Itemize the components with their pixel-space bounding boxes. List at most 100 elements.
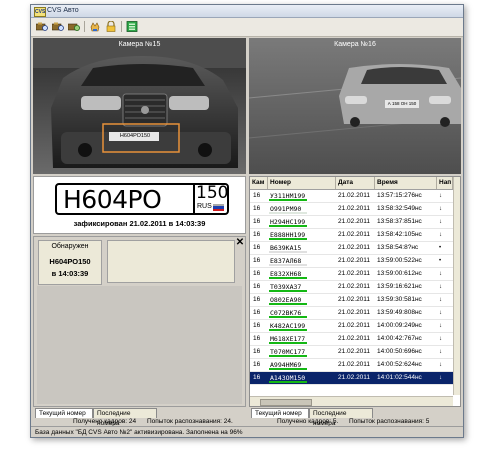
column-header-direction[interactable]: Нап bbox=[437, 177, 453, 189]
confidence-bar bbox=[269, 225, 307, 227]
camera-search-icon bbox=[52, 22, 64, 31]
toolbar-separator bbox=[84, 21, 85, 32]
camera-16-label: Камера №16 bbox=[334, 41, 376, 48]
row-time: 13:59:30:581нс bbox=[377, 296, 422, 303]
confidence-bar bbox=[269, 290, 307, 292]
vertical-scrollbar[interactable] bbox=[453, 177, 460, 395]
confidence-bar bbox=[269, 355, 307, 357]
row-camera: 16 bbox=[253, 296, 261, 303]
table-row[interactable]: 16 Е888НН199 21.02.2011 13:58:42:105нс ↓ bbox=[250, 229, 453, 242]
recognized-plate-panel: Н604РО 150 RUS зафиксирован 21.02.2011 в… bbox=[33, 176, 246, 234]
tab-current-number-right[interactable]: Текущий номер bbox=[251, 408, 309, 418]
confidence-bar bbox=[269, 277, 307, 279]
row-camera: 16 bbox=[253, 205, 261, 212]
table-row[interactable]: 16 Н294НС199 21.02.2011 13:58:37:851нс ↓ bbox=[250, 216, 453, 229]
confidence-bar bbox=[269, 368, 307, 370]
tab-last-numbers-right[interactable]: Последние номера bbox=[309, 408, 373, 427]
row-date: 21.02.2011 bbox=[338, 361, 371, 368]
row-time: 13:59:16:621нс bbox=[377, 283, 422, 290]
plate-number: Н604РО bbox=[63, 185, 162, 214]
row-camera: 16 bbox=[253, 361, 261, 368]
row-direction: ↓ bbox=[439, 193, 442, 199]
table-row[interactable]: 16 О991РМ90 21.02.2011 13:58:32:549нс ↓ bbox=[250, 203, 453, 216]
camera-16-feed bbox=[249, 38, 461, 174]
camera-view-15[interactable]: Камера №15 Н604РО150 bbox=[33, 38, 246, 174]
table-row[interactable]: 16 М618ХЕ177 21.02.2011 14:00:42:767нс ↓ bbox=[250, 333, 453, 346]
row-camera: 16 bbox=[253, 257, 261, 264]
row-time: 14:00:52:624нс bbox=[377, 361, 422, 368]
tab-last-numbers[interactable]: Последние номера bbox=[93, 408, 157, 427]
table-row[interactable]: 16 С072ВК76 21.02.2011 13:59:49:808нс ↓ bbox=[250, 307, 453, 320]
column-header-date[interactable]: Дата bbox=[336, 177, 375, 189]
row-date: 21.02.2011 bbox=[338, 335, 371, 342]
horizontal-scrollbar[interactable] bbox=[250, 396, 453, 406]
confidence-bar bbox=[269, 238, 307, 240]
camera-search-icon bbox=[36, 22, 48, 31]
row-direction: ↓ bbox=[439, 206, 442, 212]
detection-time: в 14:03:39 bbox=[51, 269, 89, 278]
camera-16-plate-overlay: А 158 ОН 150 bbox=[387, 101, 417, 106]
camera-refresh-icon bbox=[68, 23, 80, 31]
camera-refresh-button[interactable] bbox=[67, 20, 81, 33]
row-time: 13:57:15:276нс bbox=[377, 192, 422, 199]
detection-header: Обнаружен bbox=[51, 243, 89, 250]
camera-search-button-2[interactable] bbox=[51, 20, 65, 33]
row-time: 13:59:00:612нс bbox=[377, 270, 422, 277]
hand-button[interactable] bbox=[88, 20, 102, 33]
row-time: 14:00:42:767нс bbox=[377, 335, 422, 342]
table-row[interactable]: 16 А994НМ69 21.02.2011 14:00:52:624нс ↓ bbox=[250, 359, 453, 372]
row-camera: 16 bbox=[253, 244, 261, 251]
right-attempts-count: Попыток распознавания: 5 bbox=[349, 418, 430, 425]
table-row[interactable]: 16 Е837АЛ68 21.02.2011 13:59:00:522нс • bbox=[250, 255, 453, 268]
row-direction: ↓ bbox=[439, 219, 442, 225]
column-header-camera[interactable]: Кам bbox=[250, 177, 268, 189]
app-window: CVS CVS Авто Камера №15 Н604РО150 Камера… bbox=[30, 4, 464, 438]
row-date: 21.02.2011 bbox=[338, 231, 371, 238]
table-row[interactable]: 16 Т039ХА37 21.02.2011 13:59:16:621нс ↓ bbox=[250, 281, 453, 294]
camera-search-button[interactable] bbox=[35, 20, 49, 33]
row-time: 13:59:49:808нс bbox=[377, 309, 422, 316]
table-row[interactable]: 16 О802ЕА90 21.02.2011 13:59:30:581нс ↓ bbox=[250, 294, 453, 307]
detection-card[interactable]: Обнаружен Н604РО150 в 14:03:39 bbox=[38, 240, 102, 285]
row-date: 21.02.2011 bbox=[338, 322, 371, 329]
close-icon[interactable]: ✕ bbox=[235, 238, 245, 248]
confidence-bar bbox=[269, 303, 307, 305]
table-row[interactable]: 16 В639КА15 21.02.2011 13:58:54:8?нс • bbox=[250, 242, 453, 255]
row-date: 21.02.2011 bbox=[338, 296, 371, 303]
left-frames-count: Получено кадров: 24 bbox=[73, 418, 137, 425]
row-direction: ↓ bbox=[439, 323, 442, 329]
tab-current-number[interactable]: Текущий номер bbox=[35, 408, 93, 418]
detection-panel: Обнаружен Н604РО150 в 14:03:39 ✕ bbox=[33, 236, 246, 407]
row-direction: ↓ bbox=[439, 336, 442, 342]
column-header-time[interactable]: Время bbox=[375, 177, 437, 189]
scrollbar-thumb[interactable] bbox=[260, 399, 312, 406]
row-camera: 16 bbox=[253, 348, 261, 355]
right-frames-count: Получено кадров: 5. bbox=[277, 418, 339, 425]
table-row[interactable]: 16 А143ОМ150 21.02.2011 14:01:02:544нс ↓ bbox=[250, 372, 453, 385]
row-date: 21.02.2011 bbox=[338, 283, 371, 290]
row-direction: • bbox=[439, 245, 442, 251]
confidence-bar bbox=[269, 264, 307, 266]
confidence-bar bbox=[269, 212, 307, 214]
row-camera: 16 bbox=[253, 270, 261, 277]
table-rows: 16 У311НМ199 21.02.2011 13:57:15:276нс ↓ 16 О9… bbox=[250, 190, 453, 385]
panel-button[interactable] bbox=[125, 20, 139, 33]
plate-divider bbox=[193, 185, 195, 213]
plate-region: 150 bbox=[196, 183, 229, 203]
confidence-bar bbox=[269, 329, 307, 331]
table-row[interactable]: 16 У311НМ199 21.02.2011 13:57:15:276нс ↓ bbox=[250, 190, 453, 203]
table-row[interactable]: 16 Т070МС177 21.02.2011 14:00:50:696нс ↓ bbox=[250, 346, 453, 359]
camera-view-16[interactable]: Камера №16 А 158 ОН 150 bbox=[249, 38, 461, 174]
table-row[interactable]: 16 К482АС199 21.02.2011 14:00:09:249нс ↓ bbox=[250, 320, 453, 333]
lock-button[interactable] bbox=[104, 20, 118, 33]
row-time: 14:01:02:544нс bbox=[377, 374, 422, 381]
plates-table[interactable]: Кам Номер Дата Время Нап 16 У311НМ199 21.0… bbox=[249, 176, 461, 407]
fixed-caption: зафиксирован 21.02.2011 в 14:03:39 bbox=[73, 219, 206, 228]
row-date: 21.02.2011 bbox=[338, 218, 371, 225]
column-header-number[interactable]: Номер bbox=[268, 177, 336, 189]
row-date: 21.02.2011 bbox=[338, 374, 371, 381]
table-row[interactable]: 16 Е832ХН68 21.02.2011 13:59:00:612нс ↓ bbox=[250, 268, 453, 281]
row-date: 21.02.2011 bbox=[338, 192, 371, 199]
row-time: 13:58:32:549нс bbox=[377, 205, 422, 212]
lock-icon bbox=[106, 21, 116, 32]
